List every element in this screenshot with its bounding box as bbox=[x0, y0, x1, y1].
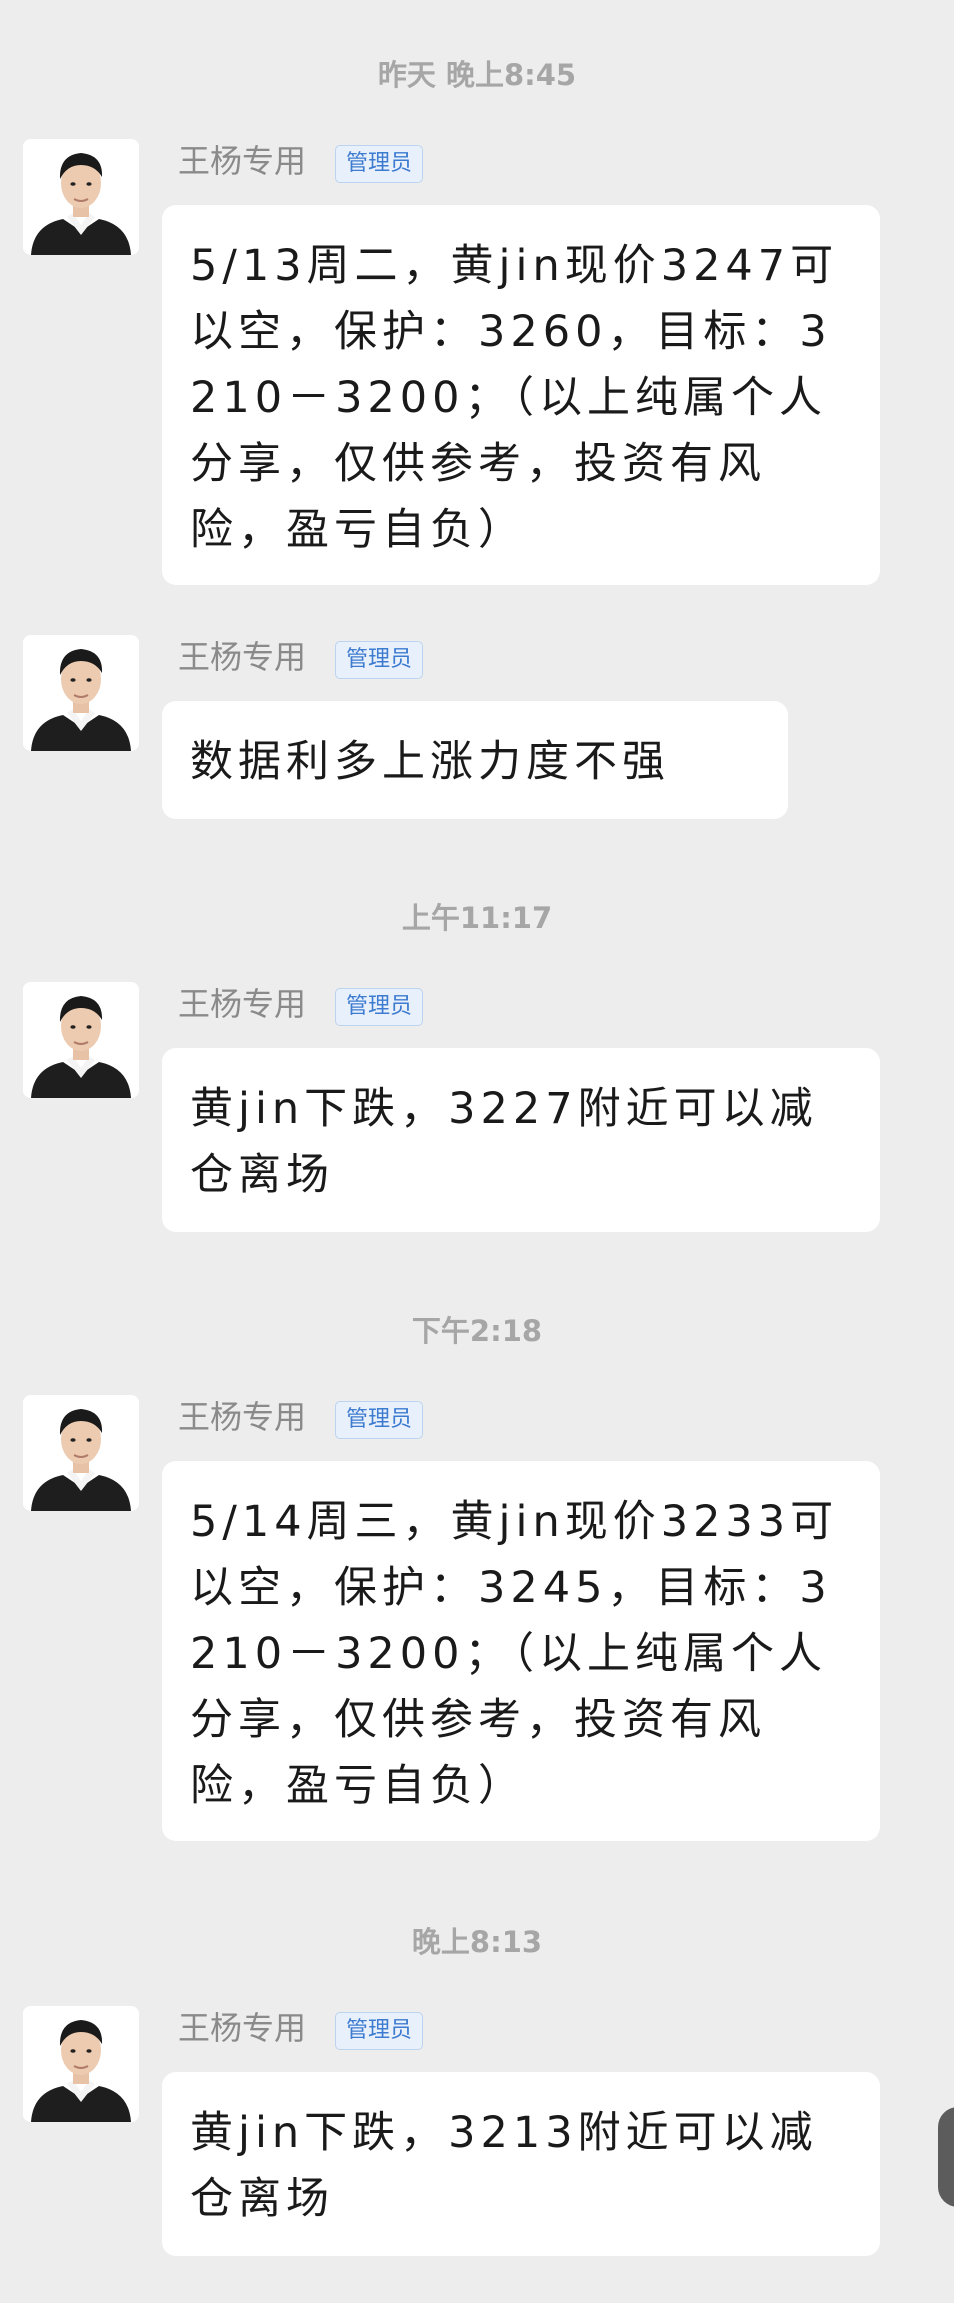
message-text: 数据利多上涨力度不强 bbox=[190, 737, 670, 787]
message-bubble[interactable]: 黄jin下跌，3213附近可以减仓离场 bbox=[162, 2072, 880, 2256]
admin-badge: 管理员 bbox=[335, 641, 424, 679]
admin-badge: 管理员 bbox=[335, 988, 424, 1026]
avatar[interactable] bbox=[23, 2006, 139, 2122]
message-bubble[interactable]: 黄jin下跌，3227附近可以减仓离场 bbox=[162, 1048, 880, 1232]
admin-badge: 管理员 bbox=[335, 145, 424, 183]
avatar[interactable] bbox=[23, 635, 139, 751]
profile-photo-icon bbox=[23, 1395, 139, 1511]
message-bubble[interactable]: 数据利多上涨力度不强 bbox=[162, 701, 788, 819]
message-text: 5/13周二，黄jin现价3247可以空，保护：3260，目标：3210－320… bbox=[190, 241, 839, 555]
admin-badge: 管理员 bbox=[335, 1401, 424, 1439]
sender-name[interactable]: 王杨专用 bbox=[178, 141, 306, 181]
floating-edge-handle[interactable] bbox=[938, 2107, 954, 2207]
message-bubble[interactable]: 5/13周二，黄jin现价3247可以空，保护：3260，目标：3210－320… bbox=[162, 205, 880, 585]
admin-badge: 管理员 bbox=[335, 2012, 424, 2050]
profile-photo-icon bbox=[23, 139, 139, 255]
profile-photo-icon bbox=[23, 982, 139, 1098]
timestamp: 昨天 晚上8:45 bbox=[377, 58, 577, 92]
timestamp: 晚上8:13 bbox=[411, 1925, 543, 1959]
message-text: 黄jin下跌，3227附近可以减仓离场 bbox=[190, 1084, 818, 1200]
sender-name[interactable]: 王杨专用 bbox=[178, 984, 306, 1024]
profile-photo-icon bbox=[23, 635, 139, 751]
message-text: 5/14周三，黄jin现价3233可以空，保护：3245，目标：3210－320… bbox=[190, 1497, 839, 1811]
sender-name[interactable]: 王杨专用 bbox=[178, 637, 306, 677]
profile-photo-icon bbox=[23, 2006, 139, 2122]
avatar[interactable] bbox=[23, 982, 139, 1098]
sender-name[interactable]: 王杨专用 bbox=[178, 1397, 306, 1437]
message-bubble[interactable]: 5/14周三，黄jin现价3233可以空，保护：3245，目标：3210－320… bbox=[162, 1461, 880, 1841]
message-text: 黄jin下跌，3213附近可以减仓离场 bbox=[190, 2108, 818, 2224]
timestamp: 下午2:18 bbox=[411, 1314, 543, 1348]
avatar[interactable] bbox=[23, 139, 139, 255]
sender-name[interactable]: 王杨专用 bbox=[178, 2008, 306, 2048]
avatar[interactable] bbox=[23, 1395, 139, 1511]
timestamp: 上午11:17 bbox=[401, 901, 553, 935]
